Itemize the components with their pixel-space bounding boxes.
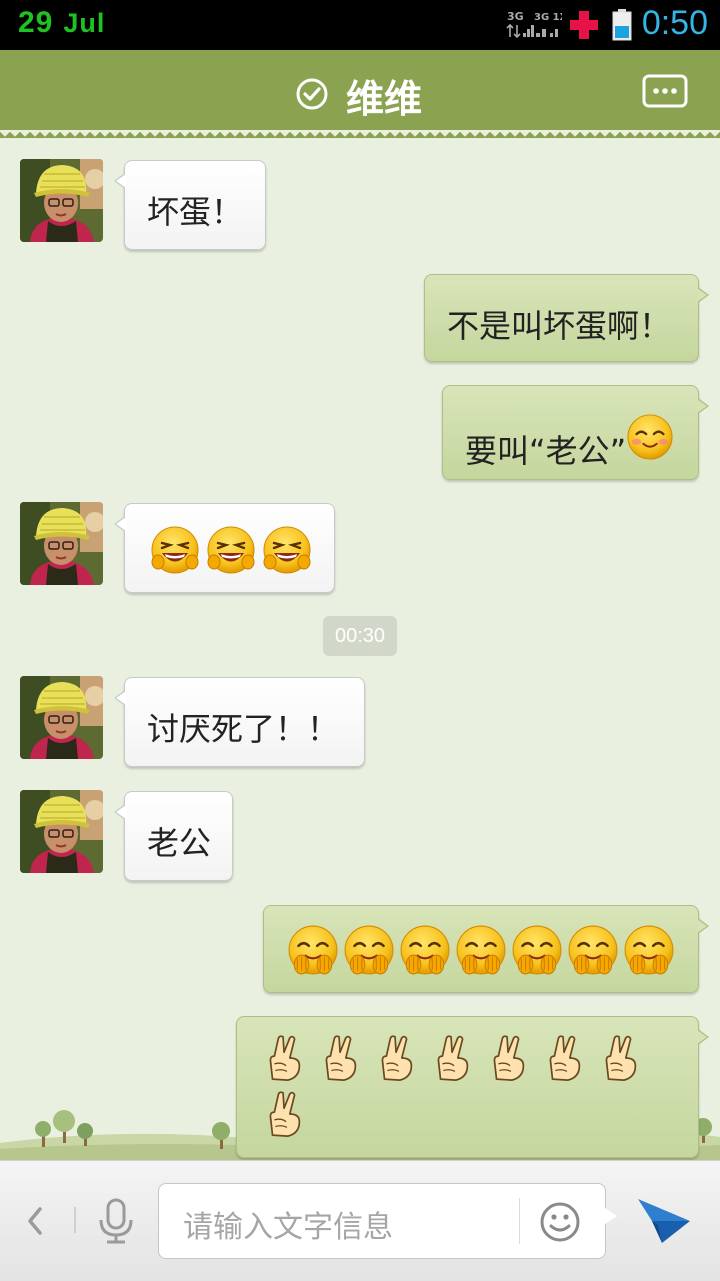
message-input-placeholder: 请输入文字信息 (183, 1210, 393, 1245)
signal-3g-icon: 3G (506, 10, 534, 39)
message-bubble[interactable]: 老公 (114, 791, 233, 881)
blush-emoji (626, 413, 674, 461)
medical-cross-icon (570, 11, 598, 39)
message-text: 讨厌死了！！ (147, 710, 340, 748)
message-text: 老公 (147, 824, 212, 862)
giggle-emoji (511, 924, 563, 976)
message-bubble[interactable]: 不是叫坏蛋啊！ (424, 274, 709, 362)
back-chevron-icon[interactable] (20, 1201, 50, 1241)
contact-avatar[interactable] (20, 790, 103, 873)
check-circle-icon (296, 78, 328, 110)
message-bubble[interactable] (263, 905, 709, 993)
status-bar: 29 Jul 3G 3G 1X 0:50 (0, 0, 720, 50)
giggle-emoji (287, 924, 339, 976)
more-dots-icon[interactable] (642, 74, 688, 110)
victory-hand-emoji (261, 1035, 309, 1083)
status-time: 0:50 (641, 4, 708, 42)
giggle-emoji (343, 924, 395, 976)
victory-hand-emoji (597, 1035, 645, 1083)
message-bubble[interactable]: 坏蛋！ (114, 160, 266, 250)
signal-3g-1x-icon: 3G 1X (534, 12, 562, 37)
victory-hand-emoji (317, 1035, 365, 1083)
send-icon[interactable] (636, 1195, 692, 1245)
giggle-emoji (623, 924, 675, 976)
svg-text:3G 1X: 3G 1X (534, 12, 562, 23)
microphone-icon[interactable] (96, 1197, 136, 1245)
laugh-cry-emoji (261, 525, 313, 575)
victory-hand-emoji (261, 1091, 309, 1139)
contact-avatar[interactable] (20, 676, 103, 759)
message-bubble[interactable]: 要叫“老公” (442, 385, 709, 480)
message-text: 坏蛋！ (147, 193, 244, 231)
victory-hand-emoji (373, 1035, 421, 1083)
battery-icon (612, 9, 632, 41)
message-input[interactable]: 请输入文字信息 (158, 1183, 617, 1259)
message-bubble[interactable]: 讨厌死了！！ (114, 677, 365, 767)
victory-hand-emoji (429, 1035, 477, 1083)
giggle-emoji (455, 924, 507, 976)
victory-hand-emoji (541, 1035, 589, 1083)
message-bubble[interactable] (114, 503, 335, 593)
message-text: 不是叫坏蛋啊！ (447, 307, 672, 345)
victory-hand-emoji (485, 1035, 533, 1083)
contact-avatar[interactable] (20, 502, 103, 585)
message-text: 要叫“老公” (465, 432, 627, 470)
contact-avatar[interactable] (20, 159, 103, 242)
status-date: 29 Jul (18, 6, 105, 40)
svg-text:3G: 3G (507, 10, 524, 23)
input-divider (519, 1198, 520, 1244)
input-bar: 请输入文字信息 (0, 1160, 720, 1281)
contact-name: 维维 (346, 77, 423, 121)
giggle-emoji (567, 924, 619, 976)
laugh-cry-emoji (205, 525, 257, 575)
input-separator (74, 1207, 76, 1233)
giggle-emoji (399, 924, 451, 976)
status-date-month: Jul (63, 8, 106, 38)
laugh-cry-emoji (149, 525, 201, 575)
message-bubble[interactable] (236, 1016, 709, 1158)
smiley-icon[interactable] (539, 1201, 581, 1243)
title-bar-edge (0, 129, 720, 138)
status-date-day: 29 (18, 6, 54, 39)
timestamp: 00:30 (323, 616, 397, 656)
title-bar: 维维 (0, 50, 720, 138)
